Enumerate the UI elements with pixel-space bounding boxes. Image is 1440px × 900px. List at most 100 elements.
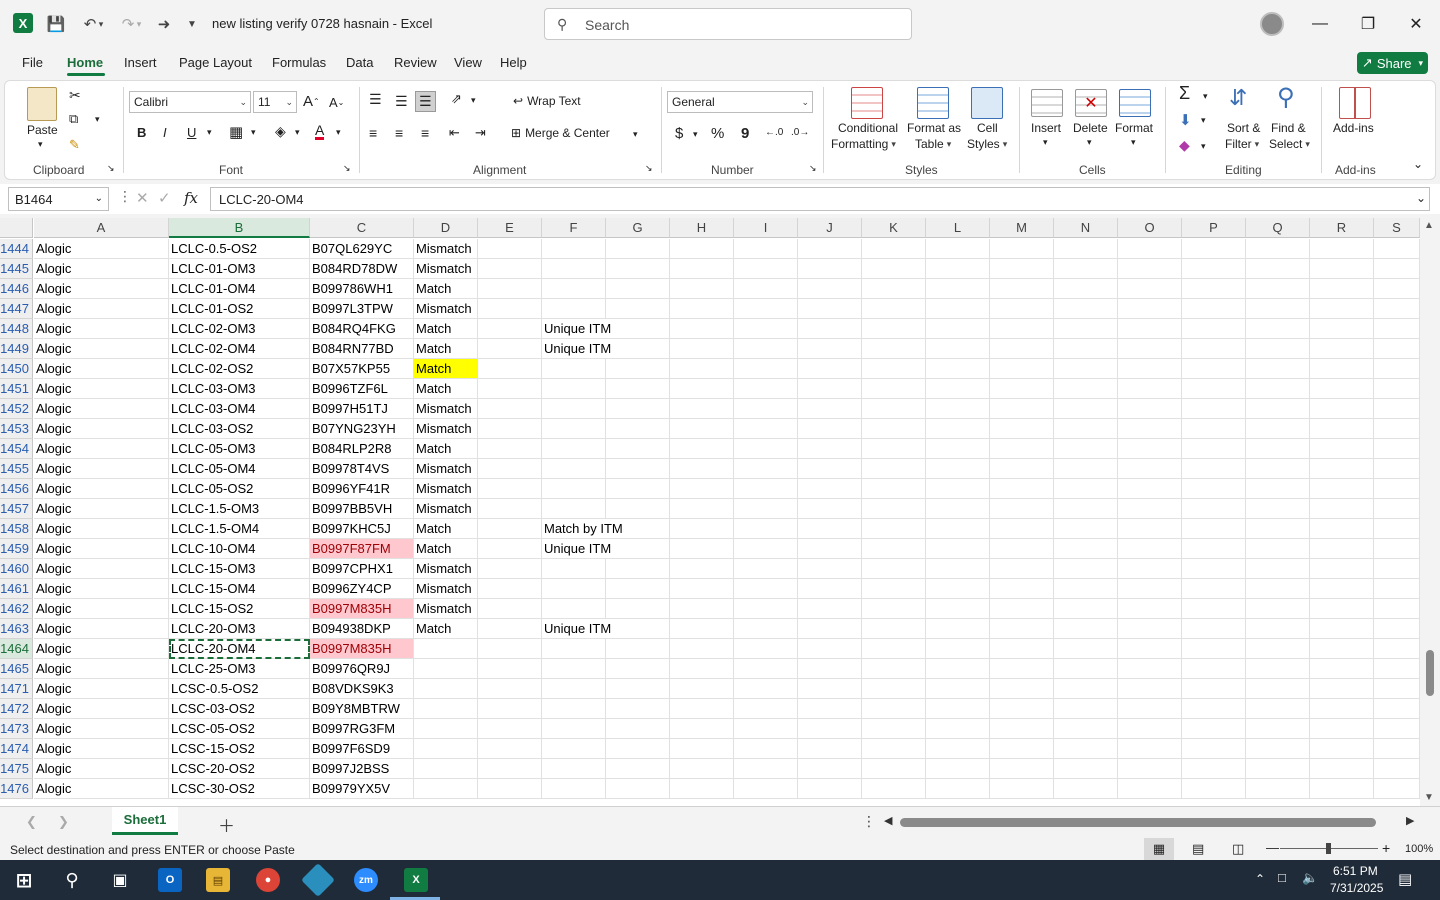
cell-n[interactable] bbox=[1054, 379, 1118, 399]
cell-e[interactable] bbox=[478, 559, 542, 579]
cell-j[interactable] bbox=[798, 499, 862, 519]
delete-cells-button[interactable]: Delete bbox=[1073, 121, 1108, 135]
next-sheet-icon[interactable]: ❯ bbox=[58, 814, 69, 830]
cell-q[interactable] bbox=[1246, 499, 1310, 519]
cell-q[interactable] bbox=[1246, 339, 1310, 359]
cell-g[interactable] bbox=[606, 399, 670, 419]
cell-k[interactable] bbox=[862, 719, 926, 739]
cell-r[interactable] bbox=[1310, 459, 1374, 479]
cell-m[interactable] bbox=[990, 639, 1054, 659]
cell-b[interactable]: LCLC-15-OS2 bbox=[169, 599, 310, 619]
format-as-table-button[interactable]: Table ▾ bbox=[915, 137, 951, 151]
cell-d[interactable]: Mismatch bbox=[414, 499, 478, 519]
cell-g[interactable] bbox=[606, 319, 670, 339]
cell-b[interactable]: LCLC-03-OM3 bbox=[169, 379, 310, 399]
cell-h[interactable] bbox=[670, 519, 734, 539]
cell-n[interactable] bbox=[1054, 699, 1118, 719]
cell-i[interactable] bbox=[734, 379, 798, 399]
cell-l[interactable] bbox=[926, 679, 990, 699]
cell-g[interactable] bbox=[606, 459, 670, 479]
row-header[interactable]: 1461 bbox=[0, 579, 33, 599]
cell-l[interactable] bbox=[926, 459, 990, 479]
cell-p[interactable] bbox=[1182, 279, 1246, 299]
cancel-icon[interactable]: ✕ bbox=[136, 189, 149, 207]
cell-p[interactable] bbox=[1182, 679, 1246, 699]
name-box[interactable]: B1464 ⌄ bbox=[8, 187, 109, 211]
cell-k[interactable] bbox=[862, 239, 926, 259]
cell-r[interactable] bbox=[1310, 539, 1374, 559]
cell-o[interactable] bbox=[1118, 519, 1182, 539]
cell-i[interactable] bbox=[734, 639, 798, 659]
cell-d[interactable]: Mismatch bbox=[414, 299, 478, 319]
insert-function-button[interactable]: fx bbox=[184, 189, 198, 207]
cell-q[interactable] bbox=[1246, 719, 1310, 739]
cell-n[interactable] bbox=[1054, 619, 1118, 639]
cell-q[interactable] bbox=[1246, 279, 1310, 299]
cell-n[interactable] bbox=[1054, 659, 1118, 679]
cell-i[interactable] bbox=[734, 679, 798, 699]
cell-o[interactable] bbox=[1118, 419, 1182, 439]
tab-page-layout[interactable]: Page Layout bbox=[179, 55, 252, 70]
cell-b[interactable]: LCSC-03-OS2 bbox=[169, 699, 310, 719]
cell-q[interactable] bbox=[1246, 239, 1310, 259]
cell-h[interactable] bbox=[670, 739, 734, 759]
cell-b[interactable]: LCSC-15-OS2 bbox=[169, 739, 310, 759]
cell-n[interactable] bbox=[1054, 319, 1118, 339]
cell-b[interactable]: LCLC-25-OM3 bbox=[169, 659, 310, 679]
increase-indent-icon[interactable]: ⇥ bbox=[475, 125, 486, 141]
delete-cells-icon[interactable]: ✕ bbox=[1075, 89, 1107, 117]
cell-s[interactable] bbox=[1374, 479, 1420, 499]
cell-q[interactable] bbox=[1246, 679, 1310, 699]
format-cells-icon[interactable] bbox=[1119, 89, 1151, 117]
cell-r[interactable] bbox=[1310, 719, 1374, 739]
cell-i[interactable] bbox=[734, 759, 798, 779]
cell-i[interactable] bbox=[734, 319, 798, 339]
cell-k[interactable] bbox=[862, 559, 926, 579]
add-ins-button[interactable]: Add-ins bbox=[1333, 121, 1374, 135]
cell-r[interactable] bbox=[1310, 339, 1374, 359]
cell-k[interactable] bbox=[862, 619, 926, 639]
cell-c[interactable]: B0997M835H bbox=[310, 639, 414, 659]
merge-center-button[interactable]: ⊞ Merge & Center bbox=[511, 126, 610, 140]
cell-j[interactable] bbox=[798, 699, 862, 719]
cell-l[interactable] bbox=[926, 579, 990, 599]
borders-icon[interactable]: ▦ bbox=[229, 123, 243, 141]
cell-n[interactable] bbox=[1054, 259, 1118, 279]
cell-r[interactable] bbox=[1310, 759, 1374, 779]
cell-n[interactable] bbox=[1054, 679, 1118, 699]
cell-n[interactable] bbox=[1054, 519, 1118, 539]
cell-p[interactable] bbox=[1182, 739, 1246, 759]
row-header[interactable]: 1460 bbox=[0, 559, 33, 579]
tab-insert[interactable]: Insert bbox=[124, 55, 157, 70]
cell-h[interactable] bbox=[670, 399, 734, 419]
cell-styles-label-1[interactable]: Cell bbox=[977, 121, 998, 135]
cell-e[interactable] bbox=[478, 339, 542, 359]
cell-c[interactable]: B0997RG3FM bbox=[310, 719, 414, 739]
cell-k[interactable] bbox=[862, 579, 926, 599]
cell-b[interactable]: LCLC-01-OS2 bbox=[169, 299, 310, 319]
cell-h[interactable] bbox=[670, 679, 734, 699]
cell-h[interactable] bbox=[670, 619, 734, 639]
cell-a[interactable]: Alogic bbox=[34, 279, 169, 299]
cell-l[interactable] bbox=[926, 619, 990, 639]
cell-h[interactable] bbox=[670, 779, 734, 799]
cell-j[interactable] bbox=[798, 639, 862, 659]
cell-f[interactable] bbox=[542, 659, 606, 679]
cell-i[interactable] bbox=[734, 419, 798, 439]
cell-a[interactable]: Alogic bbox=[34, 239, 169, 259]
cell-c[interactable]: B0997J2BSS bbox=[310, 759, 414, 779]
cell-m[interactable] bbox=[990, 679, 1054, 699]
cell-r[interactable] bbox=[1310, 579, 1374, 599]
notifications-icon[interactable]: ▤ bbox=[1398, 870, 1412, 888]
cell-m[interactable] bbox=[990, 739, 1054, 759]
cell-r[interactable] bbox=[1310, 659, 1374, 679]
merge-dropdown-icon[interactable]: ▾ bbox=[633, 129, 638, 140]
cell-c[interactable]: B09979YX5V bbox=[310, 779, 414, 799]
conditional-formatting-label-1[interactable]: Conditional bbox=[833, 121, 903, 135]
cell-b[interactable]: LCLC-03-OS2 bbox=[169, 419, 310, 439]
cell-f[interactable] bbox=[542, 579, 606, 599]
cell-m[interactable] bbox=[990, 259, 1054, 279]
wrap-text-button[interactable]: ↩ Wrap Text bbox=[513, 94, 581, 108]
row-header[interactable]: 1473 bbox=[0, 719, 33, 739]
cell-p[interactable] bbox=[1182, 339, 1246, 359]
